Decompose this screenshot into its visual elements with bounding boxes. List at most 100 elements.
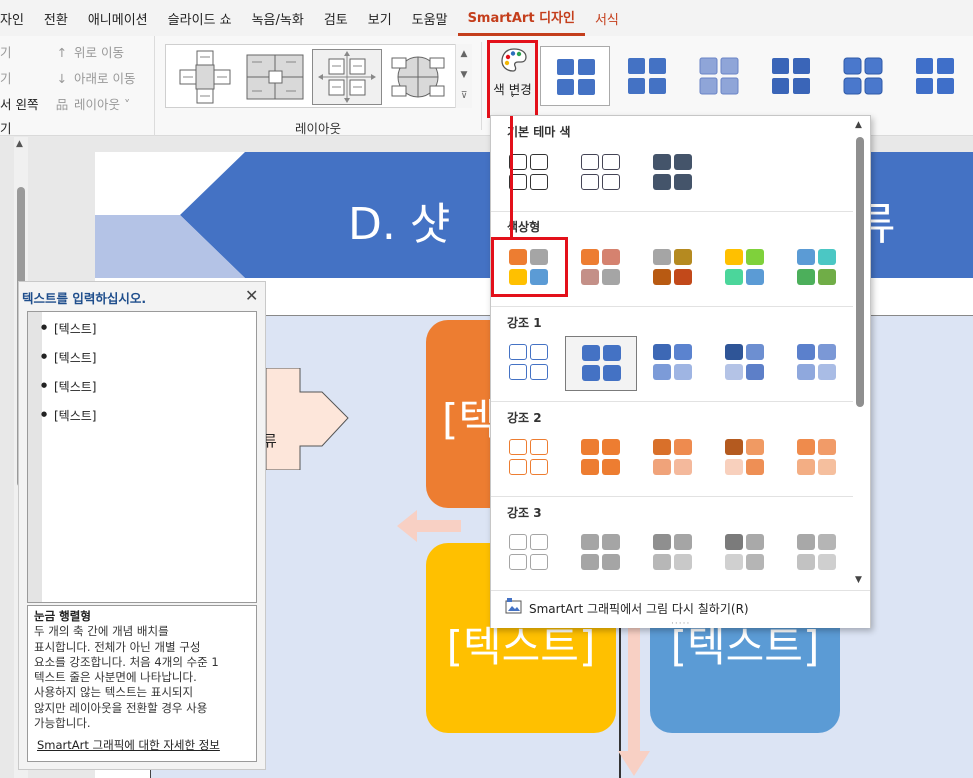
color-option-accent2-gradient-range2[interactable] (721, 435, 769, 479)
color-option-accent1-fill-selected[interactable] (565, 336, 637, 391)
color-option-accent3-outline[interactable] (505, 530, 553, 574)
layouts-gallery (165, 44, 472, 108)
recolor-pictures-option[interactable]: SmartArt 그래픽에서 그림 다시 칠하기(R) ····· (491, 590, 870, 629)
move-down-button[interactable]: ↓ 아래로 이동 (54, 68, 136, 87)
style-flat-icon (557, 59, 595, 95)
desc-line: 요소를 강조합니다. 처음 4개의 수준 1 (34, 654, 219, 669)
color-option-colorful-3[interactable] (649, 245, 697, 289)
color-option-dark2-outline[interactable] (577, 150, 625, 194)
ribbon-separator (481, 42, 482, 130)
layout-cycle-icon (391, 56, 445, 98)
layout-thumb-4[interactable] (388, 49, 458, 105)
color-option-accent3-gradient-range1[interactable] (649, 530, 697, 574)
style-thumb-1[interactable] (540, 46, 610, 106)
scroll-up-arrow-icon[interactable]: ▲ (16, 139, 23, 149)
text-pane-list[interactable]: [텍스트] [텍스트] [텍스트] [텍스트] (27, 311, 257, 603)
chevron-down-icon: ˅ (510, 95, 515, 105)
style-thumb-6[interactable] (900, 46, 970, 106)
arrow-right-shape[interactable] (266, 368, 350, 470)
color-option-colorful-4[interactable] (721, 245, 769, 289)
list-item[interactable]: [텍스트] (41, 407, 97, 424)
tab-slideshow[interactable]: 슬라이드 쇼 (158, 9, 242, 28)
color-option-accent2-fill[interactable] (577, 435, 625, 479)
move-up-button[interactable]: ↑ 위로 이동 (54, 42, 124, 61)
section-divider (491, 306, 853, 307)
layouts-group-label: 레이아웃 (295, 121, 342, 136)
layout-description-title: 눈금 행렬형 (34, 609, 91, 623)
create-graphic-group: 기 ↑ 위로 이동 기 ↓ 아래로 이동 서 왼쪽 品 레이아웃 ˅ 기 (0, 36, 155, 136)
tab-format[interactable]: 서식 (585, 9, 629, 28)
style-intense-icon (772, 58, 810, 94)
color-option-accent3-gradient-range2[interactable] (721, 530, 769, 574)
color-option-accent2-gradient-range1[interactable] (649, 435, 697, 479)
layout-diamond-icon (179, 50, 231, 104)
color-option-accent1-gradient-range1[interactable] (649, 340, 697, 384)
more-info-link[interactable]: SmartArt 그래픽에 대한 자세한 정보 (37, 738, 220, 753)
style-subtle-icon (628, 58, 666, 94)
arrow-up-icon: ↑ (56, 45, 68, 60)
style-thumb-4[interactable] (756, 46, 826, 106)
change-colors-button[interactable]: 색 변경 ˅ (487, 40, 538, 118)
color-option-accent1-transparent[interactable] (793, 340, 841, 384)
section-title-accent1: 강조 1 (507, 316, 542, 330)
gallery-more-icon[interactable]: ⊽ (456, 86, 472, 107)
color-option-accent3-transparent[interactable] (793, 530, 841, 574)
style-polished-icon (916, 58, 954, 94)
style-thumb-2[interactable] (612, 46, 682, 106)
list-item[interactable]: [텍스트] (41, 320, 97, 337)
desc-line: 사용하지 않는 텍스트는 표시되지 (34, 685, 194, 700)
style-3d-icon (843, 57, 883, 95)
layout-description: 눈금 행렬형 두 개의 축 간에 개념 배치를 표시합니다. 전체가 아닌 개별… (27, 605, 257, 762)
tab-transitions[interactable]: 전환 (34, 9, 78, 28)
tab-view[interactable]: 보기 (358, 9, 402, 28)
box-blue-text: [텍스트] (670, 622, 820, 671)
highlight-connector (510, 116, 513, 238)
desc-line: 않지만 레이아웃을 전환할 경우 사용 (34, 700, 208, 715)
dropdown-scrollbar[interactable]: ▲ ▼ (853, 117, 869, 592)
style-thumb-3[interactable] (684, 46, 754, 106)
layout-thumb-grid-matrix[interactable] (312, 49, 382, 105)
list-item[interactable]: [텍스트] (41, 349, 97, 366)
smartart-styles-gallery (540, 44, 973, 108)
layouts-gallery-scroll[interactable]: ▲ ▼ ⊽ (455, 44, 472, 108)
slide-title[interactable]: D. 샷 (348, 188, 450, 252)
style-thumb-5[interactable] (828, 46, 898, 106)
tab-record[interactable]: 녹음/녹화 (242, 9, 314, 28)
tab-help[interactable]: 도움말 (402, 9, 458, 28)
color-option-accent1-gradient-range2[interactable] (721, 340, 769, 384)
scroll-down-icon[interactable]: ▼ (456, 65, 472, 86)
color-option-accent3-fill[interactable] (577, 530, 625, 574)
group-label-truncated: 기 (0, 121, 12, 136)
scroll-up-icon[interactable]: ▲ (456, 44, 472, 65)
layout-thumb-2[interactable] (244, 49, 314, 105)
tab-smartart-design[interactable]: SmartArt 디자인 (457, 0, 585, 36)
arrow-left-shape (397, 510, 461, 542)
scroll-up-icon[interactable]: ▲ (855, 120, 862, 130)
color-option-accent1-outline[interactable] (505, 340, 553, 384)
dropdown-scroll-thumb[interactable] (856, 137, 864, 407)
palette-icon (501, 48, 527, 72)
tab-design[interactable]: 자인 (0, 9, 34, 28)
ribbon-btn-truncated-1[interactable]: 기 (0, 42, 12, 61)
color-option-dark2-fill[interactable] (649, 150, 697, 194)
section-title-accent3: 강조 3 (507, 506, 542, 520)
close-icon[interactable]: ✕ (245, 286, 258, 305)
layout-thumb-1[interactable] (170, 49, 240, 105)
color-option-colorful-5[interactable] (793, 245, 841, 289)
layout-button[interactable]: 品 레이아웃 ˅ (54, 94, 131, 113)
color-option-colorful-2[interactable] (577, 245, 625, 289)
list-item[interactable]: [텍스트] (41, 378, 97, 395)
right-to-left-button[interactable]: 서 왼쪽 (0, 94, 38, 113)
color-option-accent2-transparent[interactable] (793, 435, 841, 479)
text-pane: 텍스트를 입력하십시오. ✕ [텍스트] [텍스트] [텍스트] [텍스트] 눈… (18, 281, 266, 770)
tab-animations[interactable]: 애니메이션 (78, 9, 158, 28)
ribbon-btn-truncated-2[interactable]: 기 (0, 68, 12, 87)
box-gold-text: [텍스트] (446, 622, 596, 671)
color-option-accent2-outline[interactable] (505, 435, 553, 479)
scroll-down-icon[interactable]: ▼ (855, 575, 862, 585)
tab-review[interactable]: 검토 (314, 9, 358, 28)
arrow-down-shape (618, 626, 650, 776)
resize-grip-icon[interactable]: ····· (671, 619, 690, 629)
desc-line: 텍스트 줄은 사분면에 나타납니다. (34, 670, 197, 685)
arrow-down-icon: ↓ (56, 71, 68, 86)
